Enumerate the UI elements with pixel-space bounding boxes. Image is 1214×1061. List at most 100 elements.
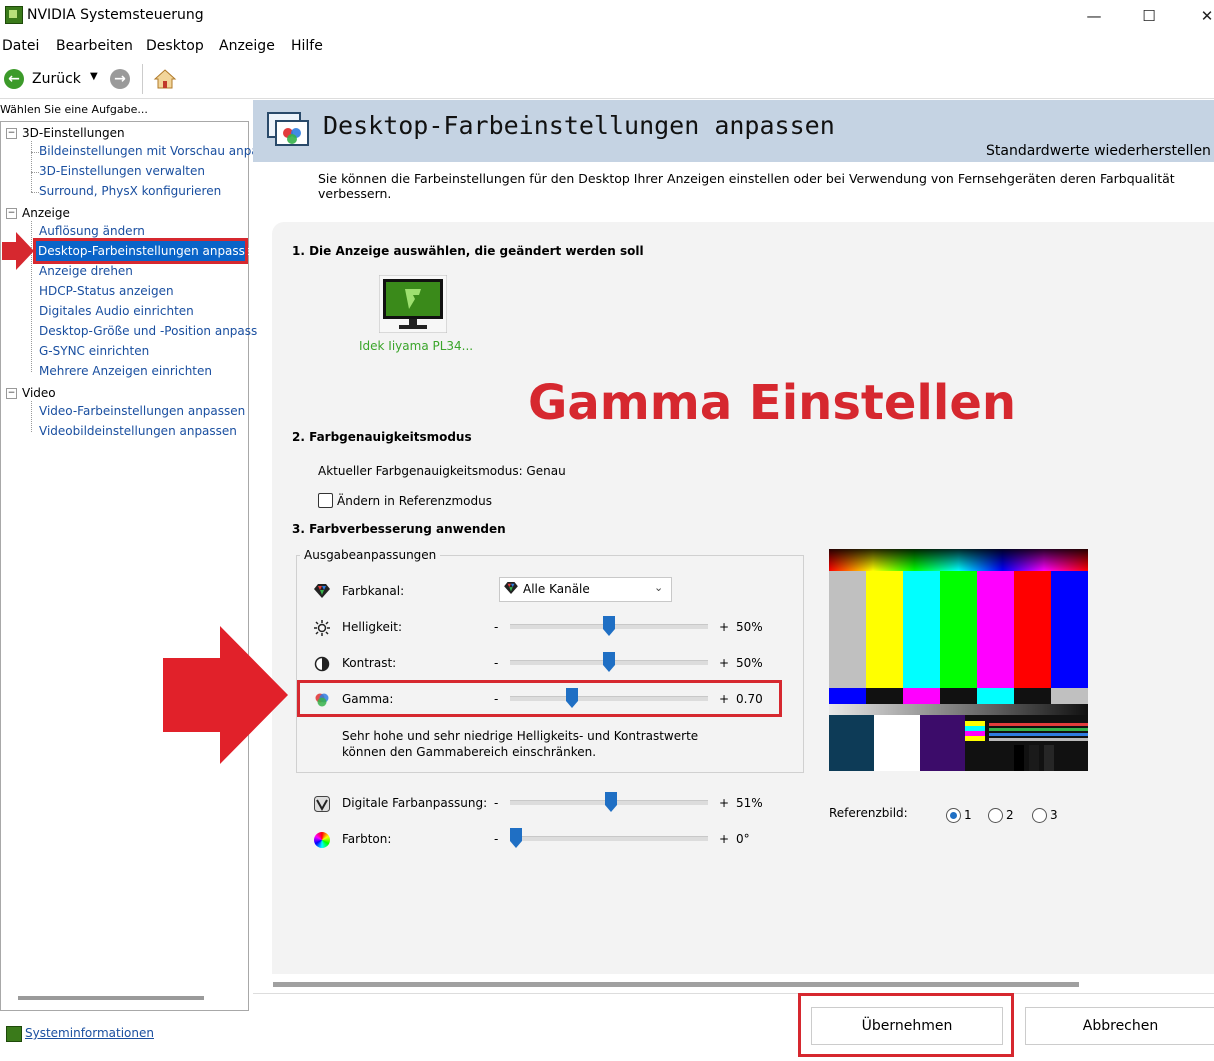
slider-plus: + — [719, 656, 730, 670]
hue-value: 0° — [736, 832, 750, 846]
page-description: Sie können die Farbeinstellungen für den… — [318, 171, 1175, 201]
collapse-toggle[interactable]: − — [6, 128, 17, 139]
chevron-down-icon: ⌄ — [654, 581, 664, 594]
forward-arrow-icon[interactable]: → — [110, 69, 130, 89]
channel-label: Farbkanal: — [342, 584, 405, 598]
tree-item[interactable]: Desktop-Größe und -Position anpass — [39, 324, 257, 338]
gamma-note: Sehr hohe und sehr niedrige Helligkeits-… — [342, 729, 699, 759]
tree-group-3d[interactable]: 3D-Einstellungen — [22, 126, 125, 140]
system-info-link[interactable]: Systeminformationen — [25, 1026, 154, 1040]
back-label: Zurück — [32, 71, 81, 87]
collapse-toggle[interactable]: − — [6, 208, 17, 219]
tree-group-anzeige[interactable]: Anzeige — [22, 206, 70, 220]
brightness-value: 50% — [736, 620, 763, 634]
channel-value: Alle Kanäle — [523, 582, 590, 596]
hue-label: Farbton: — [342, 832, 392, 846]
cancel-button[interactable]: Abbrechen — [1025, 1007, 1214, 1045]
tree-item[interactable]: 3D-Einstellungen verwalten — [39, 164, 205, 178]
red-arrow-icon — [2, 232, 34, 270]
monitor-name[interactable]: Idek Iiyama PL34... — [359, 339, 473, 353]
digital-vibrance-slider-thumb[interactable] — [604, 792, 617, 812]
reference-mode-label: Ändern in Referenzmodus — [337, 494, 492, 508]
brightness-label: Helligkeit: — [342, 620, 403, 634]
highlight-box — [33, 238, 248, 264]
gamma-highlight-box — [297, 680, 782, 717]
nvidia-app-icon — [5, 6, 23, 24]
maximize-button[interactable]: ☐ — [1134, 4, 1164, 28]
hue-slider-thumb[interactable] — [510, 828, 522, 848]
menu-anzeige[interactable]: Anzeige — [219, 38, 275, 54]
tree-item[interactable]: HDCP-Status anzeigen — [39, 284, 174, 298]
slider-plus: + — [719, 832, 730, 846]
chevron-down-icon[interactable]: ▼ — [90, 71, 98, 82]
toolbar-divider — [142, 64, 143, 94]
reference-radio-2[interactable] — [988, 808, 1003, 823]
minimize-button[interactable]: — — [1079, 4, 1109, 28]
tree-item[interactable]: Video-Farbeinstellungen anpassen — [39, 404, 245, 418]
horizontal-scrollbar[interactable] — [273, 982, 1079, 987]
tree-item[interactable]: Videobildeinstellungen anpassen — [39, 424, 237, 438]
slider-plus: + — [719, 796, 730, 810]
reference-radio-1[interactable] — [946, 808, 961, 823]
tree-item[interactable]: Mehrere Anzeigen einrichten — [39, 364, 212, 378]
system-info-icon — [6, 1026, 22, 1042]
reference-mode-checkbox[interactable] — [318, 493, 333, 508]
red-arrow-icon — [163, 626, 288, 764]
menu-hilfe[interactable]: Hilfe — [291, 38, 323, 54]
display-settings-icon — [266, 109, 312, 149]
reference-radio-label: 1 — [964, 808, 972, 822]
tree-group-video[interactable]: Video — [22, 386, 56, 400]
restore-defaults-link[interactable]: Standardwerte wiederherstellen — [986, 143, 1211, 159]
tree-line — [31, 401, 32, 432]
collapse-toggle[interactable]: − — [6, 388, 17, 399]
brightness-slider-thumb[interactable] — [603, 616, 615, 636]
tree-item[interactable]: Bildeinstellungen mit Vorschau anpa — [39, 144, 259, 158]
close-button[interactable]: ✕ — [1192, 4, 1214, 28]
tree-line — [31, 172, 39, 173]
slider-minus: - — [494, 796, 499, 810]
contrast-icon — [314, 656, 330, 672]
menu-bearbeiten[interactable]: Bearbeiten — [56, 38, 133, 54]
digital-vibrance-label: Digitale Farbanpassung: — [342, 796, 488, 810]
back-arrow-icon: ← — [4, 69, 24, 89]
hue-slider-track[interactable] — [510, 836, 708, 841]
reference-image — [829, 549, 1088, 771]
divider — [253, 993, 1214, 994]
tree-item[interactable]: Surround, PhysX konfigurieren — [39, 184, 221, 198]
color-channel-icon — [314, 584, 330, 598]
back-button[interactable]: ← Zurück ▼ — [4, 69, 108, 91]
apply-highlight-box — [798, 993, 1014, 1057]
section-1-title: 1. Die Anzeige auswählen, die geändert w… — [292, 244, 644, 258]
tree-line — [31, 192, 39, 193]
slider-minus: - — [494, 620, 499, 634]
page-title: Desktop-Farbeinstellungen anpassen — [323, 111, 835, 140]
section-3-title: 3. Farbverbesserung anwenden — [292, 522, 506, 536]
digital-vibrance-value: 51% — [736, 796, 763, 810]
home-icon[interactable] — [153, 68, 177, 90]
tree-line — [31, 141, 32, 192]
tree-item[interactable]: Auflösung ändern — [39, 224, 145, 238]
section-2-title: 2. Farbgenauigkeitsmodus — [292, 430, 472, 444]
tree-item[interactable]: G-SYNC einrichten — [39, 344, 149, 358]
group-label: Ausgabeanpassungen — [300, 548, 441, 562]
reference-radio-3[interactable] — [1032, 808, 1047, 823]
overlay-title: Gamma Einstellen — [528, 375, 1017, 431]
window-title: NVIDIA Systemsteuerung — [27, 7, 204, 23]
slider-minus: - — [494, 832, 499, 846]
tree-line — [31, 152, 39, 153]
menu-datei[interactable]: Datei — [2, 38, 39, 54]
reference-image-label: Referenzbild: — [829, 806, 908, 820]
task-label: Wählen Sie eine Aufgabe... — [0, 103, 148, 116]
tree-item[interactable]: Anzeige drehen — [39, 264, 133, 278]
slider-minus: - — [494, 656, 499, 670]
channel-dropdown[interactable]: Alle Kanäle ⌄ — [499, 577, 672, 602]
horizontal-scrollbar[interactable] — [18, 996, 204, 1000]
tree-item[interactable]: Digitales Audio einrichten — [39, 304, 194, 318]
menu-desktop[interactable]: Desktop — [146, 38, 204, 54]
slider-plus: + — [719, 620, 730, 634]
contrast-value: 50% — [736, 656, 763, 670]
reference-radio-label: 3 — [1050, 808, 1058, 822]
digital-vibrance-icon — [314, 796, 330, 812]
monitor-icon[interactable] — [378, 274, 448, 334]
contrast-slider-thumb[interactable] — [603, 652, 615, 672]
